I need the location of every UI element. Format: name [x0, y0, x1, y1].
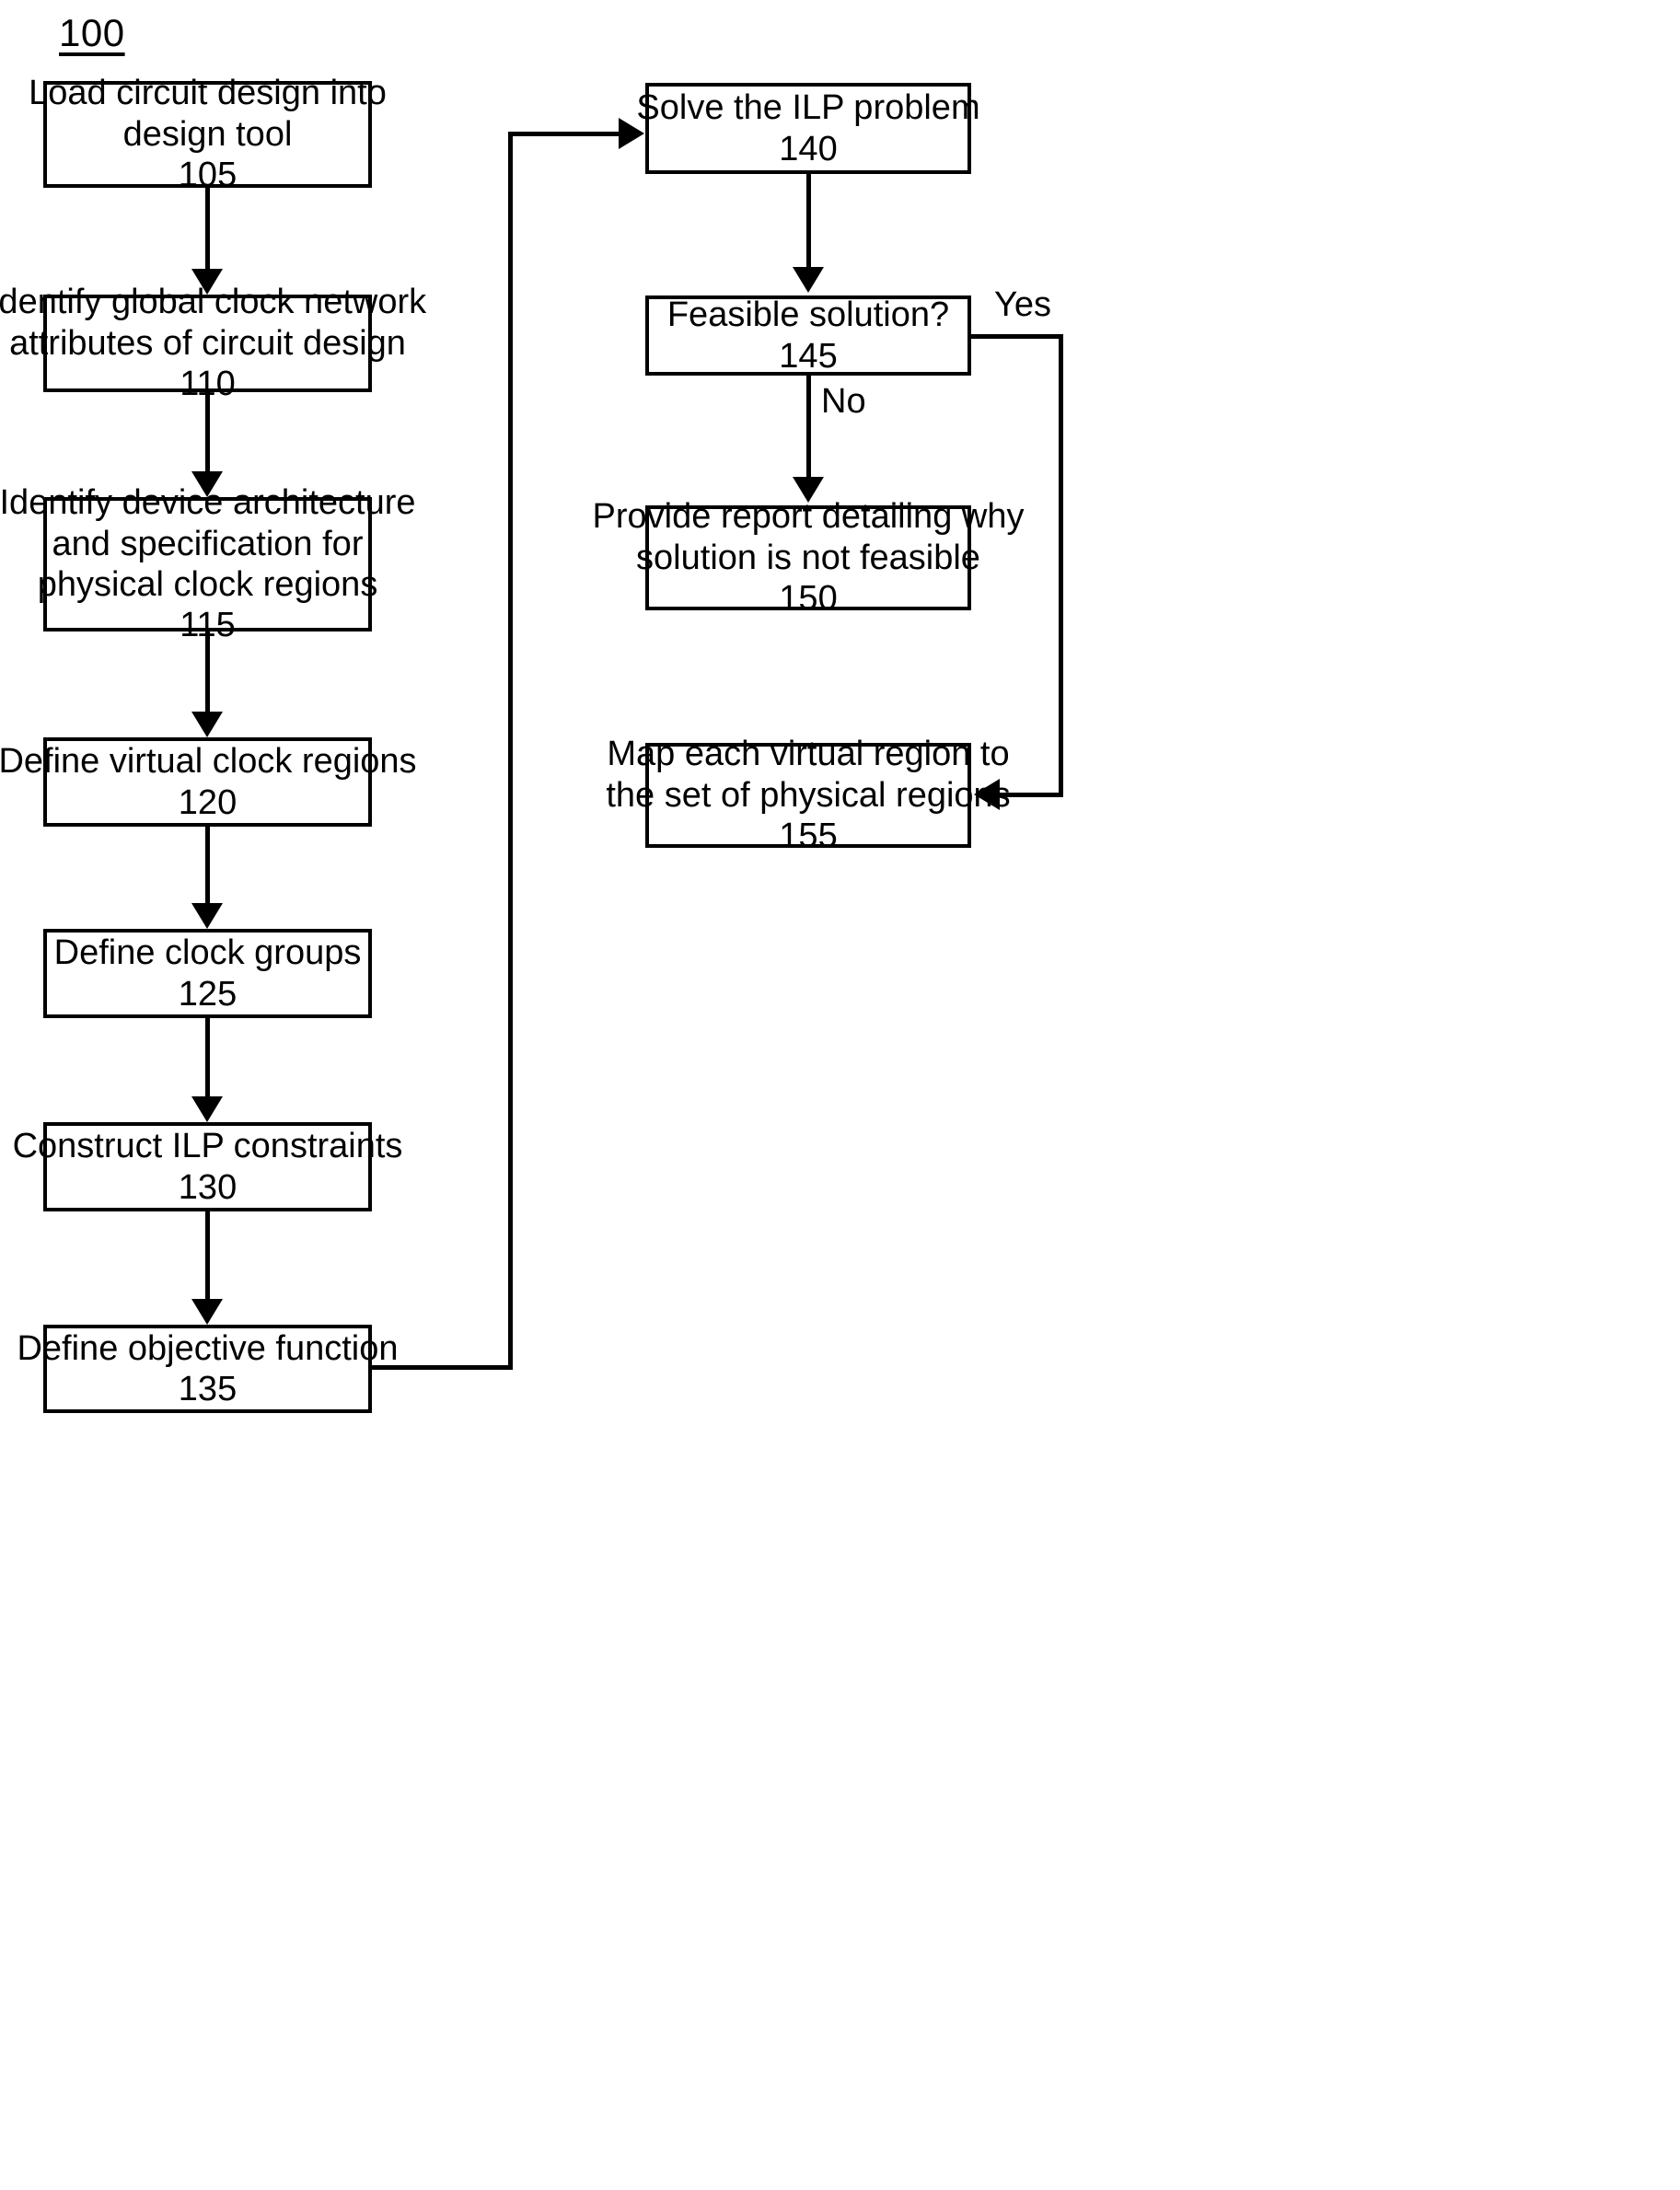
node-130-number: 130 [178, 1167, 238, 1207]
node-110-identify-global-clock-network[interactable]: Identify global clock network attributes… [0, 283, 426, 403]
node-155-line-2: the set of physical regions [606, 775, 1011, 815]
node-115-line-1: Identify device architecture [0, 483, 416, 523]
node-105-load-circuit-design[interactable]: Load circuit design into design tool 105 [29, 74, 387, 194]
node-105-number: 105 [178, 156, 238, 195]
node-155-map-virtual-to-physical[interactable]: Map each virtual region to the set of ph… [606, 735, 1010, 855]
node-110-number: 110 [180, 365, 236, 404]
node-135-define-objective-function[interactable]: Define objective function 135 [17, 1325, 399, 1413]
node-115-number: 115 [180, 606, 236, 645]
connector-105-to-110-line [205, 187, 210, 273]
node-155-line-1: Map each virtual region to [607, 735, 1010, 774]
connector-130-to-135-arrowhead [191, 1299, 223, 1325]
connector-120-to-125-arrowhead [191, 903, 223, 929]
connector-125-to-130-line [205, 1018, 210, 1101]
node-120-define-virtual-clock-regions[interactable]: Define virtual clock regions 120 [0, 737, 417, 827]
node-135-number: 135 [178, 1370, 238, 1408]
connector-130-to-135-line [205, 1211, 210, 1302]
node-150-line-2: solution is not feasible [636, 538, 980, 577]
node-145-line-1: Feasible solution? [666, 295, 950, 335]
node-140-number: 140 [779, 129, 838, 168]
node-120-line-1: Define virtual clock regions [0, 742, 417, 782]
figure-number: 100 [59, 11, 125, 54]
node-125-line-1: Define clock groups [53, 933, 362, 973]
node-125-number: 125 [178, 974, 238, 1014]
edge-label-no: No [821, 382, 866, 422]
node-150-number: 150 [779, 579, 838, 619]
node-115-line-3: physical clock regions [37, 565, 378, 604]
node-110-line-2: attributes of circuit design [9, 323, 406, 363]
figure-canvas: 100 Load circuit design into design tool… [0, 0, 1680, 2190]
node-145-number: 145 [779, 336, 838, 376]
connector-140-to-145-line [806, 174, 811, 270]
node-145-feasible-solution-decision[interactable]: Feasible solution? 145 [645, 295, 971, 376]
node-140-line-1: Solve the ILP problem [636, 88, 980, 128]
node-155-number: 155 [779, 817, 838, 856]
node-130-line-1: Construct ILP constraints [12, 1127, 403, 1166]
node-110-line-1: Identify global clock network [0, 283, 427, 322]
connector-145-to-155-segment-down [1059, 334, 1063, 794]
node-140-solve-ilp-problem[interactable]: Solve the ILP problem 140 [636, 83, 980, 174]
connector-115-to-120-arrowhead [191, 712, 223, 737]
connector-135-to-140-segment-across [508, 132, 621, 136]
node-105-line-2: design tool [122, 114, 293, 154]
connector-145-to-155-segment-right [971, 334, 1063, 339]
connector-135-to-140-segment-up [508, 133, 513, 1370]
node-130-construct-ilp-constraints[interactable]: Construct ILP constraints 130 [13, 1122, 402, 1211]
node-105-line-1: Load circuit design into [29, 74, 387, 113]
connector-145-to-150-line [806, 376, 811, 481]
node-120-number: 120 [178, 782, 238, 822]
connector-125-to-130-arrowhead [191, 1096, 223, 1122]
connector-120-to-125-line [205, 827, 210, 908]
node-125-define-clock-groups[interactable]: Define clock groups 125 [43, 929, 372, 1018]
connector-140-to-145-arrowhead [793, 267, 824, 293]
edge-label-yes: Yes [994, 285, 1051, 325]
node-115-line-2: and specification for [52, 524, 364, 563]
node-135-line-1: Define objective function [17, 1328, 399, 1368]
node-115-identify-device-architecture[interactable]: Identify device architecture and specifi… [0, 483, 416, 644]
node-150-provide-report[interactable]: Provide report detailing why solution is… [593, 497, 1025, 618]
node-150-line-1: Provide report detailing why [592, 497, 1025, 537]
